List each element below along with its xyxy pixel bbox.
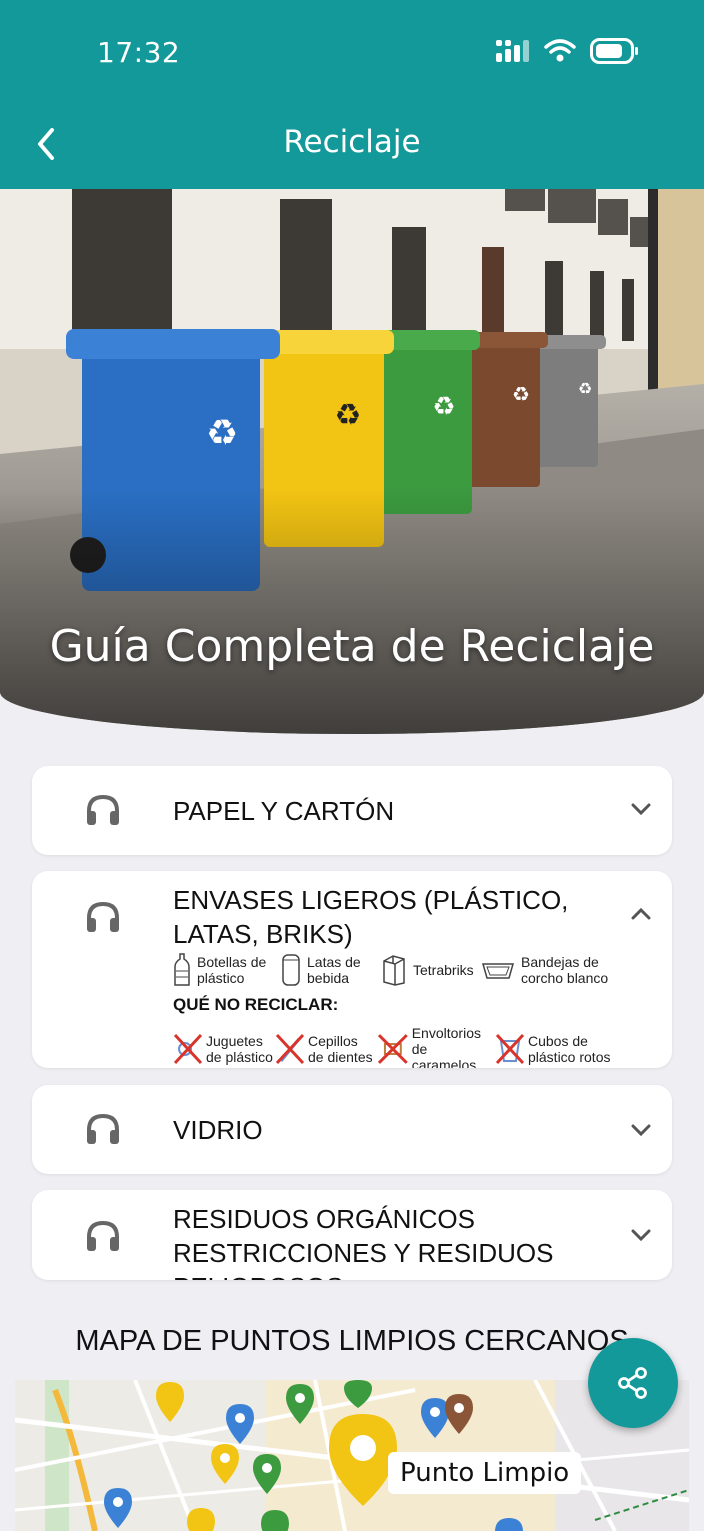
bucket-icon xyxy=(495,1033,525,1065)
map-illustration xyxy=(15,1380,689,1531)
toy-icon xyxy=(173,1033,203,1065)
chevron-down-icon[interactable] xyxy=(630,802,652,816)
section-title: PAPEL Y CARTÓN xyxy=(173,796,395,826)
headphones-icon[interactable] xyxy=(85,1220,121,1252)
no-recycle-items: Juguetes de plástico Cepillos de dientes E… xyxy=(173,1025,625,1068)
accordion-residuos[interactable]: RESIDUOS ORGÁNICOS RESTRICCIONES Y RESID… xyxy=(32,1190,672,1280)
no-recycle-item-toys: Juguetes de plástico xyxy=(173,1025,275,1068)
share-button[interactable] xyxy=(588,1338,678,1428)
wrapper-icon xyxy=(377,1034,408,1064)
share-icon xyxy=(618,1367,647,1399)
no-recycle-item-wrappers: Envoltorios de caramelos xyxy=(377,1025,495,1068)
hero-banner: ♻ ♻ ♻ ♻ ♻ Guía Completa de Reciclaje xyxy=(0,189,704,734)
toothbrush-icon xyxy=(275,1033,305,1065)
headphones-icon[interactable] xyxy=(85,1113,121,1145)
recycle-item-tetrabriks: Tetrabriks xyxy=(381,953,481,987)
page-title: Reciclaje xyxy=(283,124,421,160)
status-icons xyxy=(496,38,640,64)
section-title-line3: PELIGROSOS xyxy=(173,1270,344,1280)
battery-icon xyxy=(590,38,638,64)
carton-icon xyxy=(383,955,405,986)
no-recycle-item-buckets: Cubos de plástico rotos xyxy=(495,1025,625,1068)
headphones-icon[interactable] xyxy=(85,901,121,933)
section-title: VIDRIO xyxy=(173,1115,263,1145)
signal-icon xyxy=(496,40,529,62)
app-header: 17:32 Reciclaje xyxy=(0,0,704,189)
headphones-icon[interactable] xyxy=(85,794,121,826)
recycle-item-trays: Bandejas de corcho blanco xyxy=(481,953,621,987)
hero-title: Guía Completa de Reciclaje xyxy=(49,621,655,672)
tray-icon xyxy=(482,963,514,979)
accordion-papel-carton[interactable]: PAPEL Y CARTÓN xyxy=(32,766,672,855)
section-title-line1: RESIDUOS ORGÁNICOS xyxy=(173,1204,475,1234)
section-title-line2: RESTRICCIONES Y RESIDUOS xyxy=(173,1238,554,1268)
bottle-icon xyxy=(174,953,190,986)
accordion-vidrio[interactable]: VIDRIO xyxy=(32,1085,672,1174)
chevron-down-icon[interactable] xyxy=(630,1228,652,1242)
status-time: 17:32 xyxy=(97,36,181,69)
section-title-line2: LATAS, BRIKS) xyxy=(173,919,353,949)
section-title-line1: ENVASES LIGEROS (PLÁSTICO, xyxy=(173,885,569,915)
recycle-items: Botellas de plástico Latas de bebida Tetra… xyxy=(173,953,621,987)
recycle-item-bottles: Botellas de plástico xyxy=(173,953,281,987)
map-marker-label: Punto Limpio xyxy=(388,1452,582,1494)
accordion-envases-ligeros[interactable]: ENVASES LIGEROS (PLÁSTICO, LATAS, BRIKS)… xyxy=(32,871,672,1068)
no-recycle-title: QUÉ NO RECICLAR: xyxy=(173,995,339,1014)
wifi-icon xyxy=(544,39,576,62)
chevron-up-icon[interactable] xyxy=(630,907,652,921)
chevron-down-icon[interactable] xyxy=(630,1123,652,1137)
recycle-item-cans: Latas de bebida xyxy=(281,953,381,987)
clean-points-map[interactable] xyxy=(15,1380,689,1531)
no-recycle-item-toothbrush: Cepillos de dientes xyxy=(275,1025,377,1068)
can-icon xyxy=(282,954,300,986)
